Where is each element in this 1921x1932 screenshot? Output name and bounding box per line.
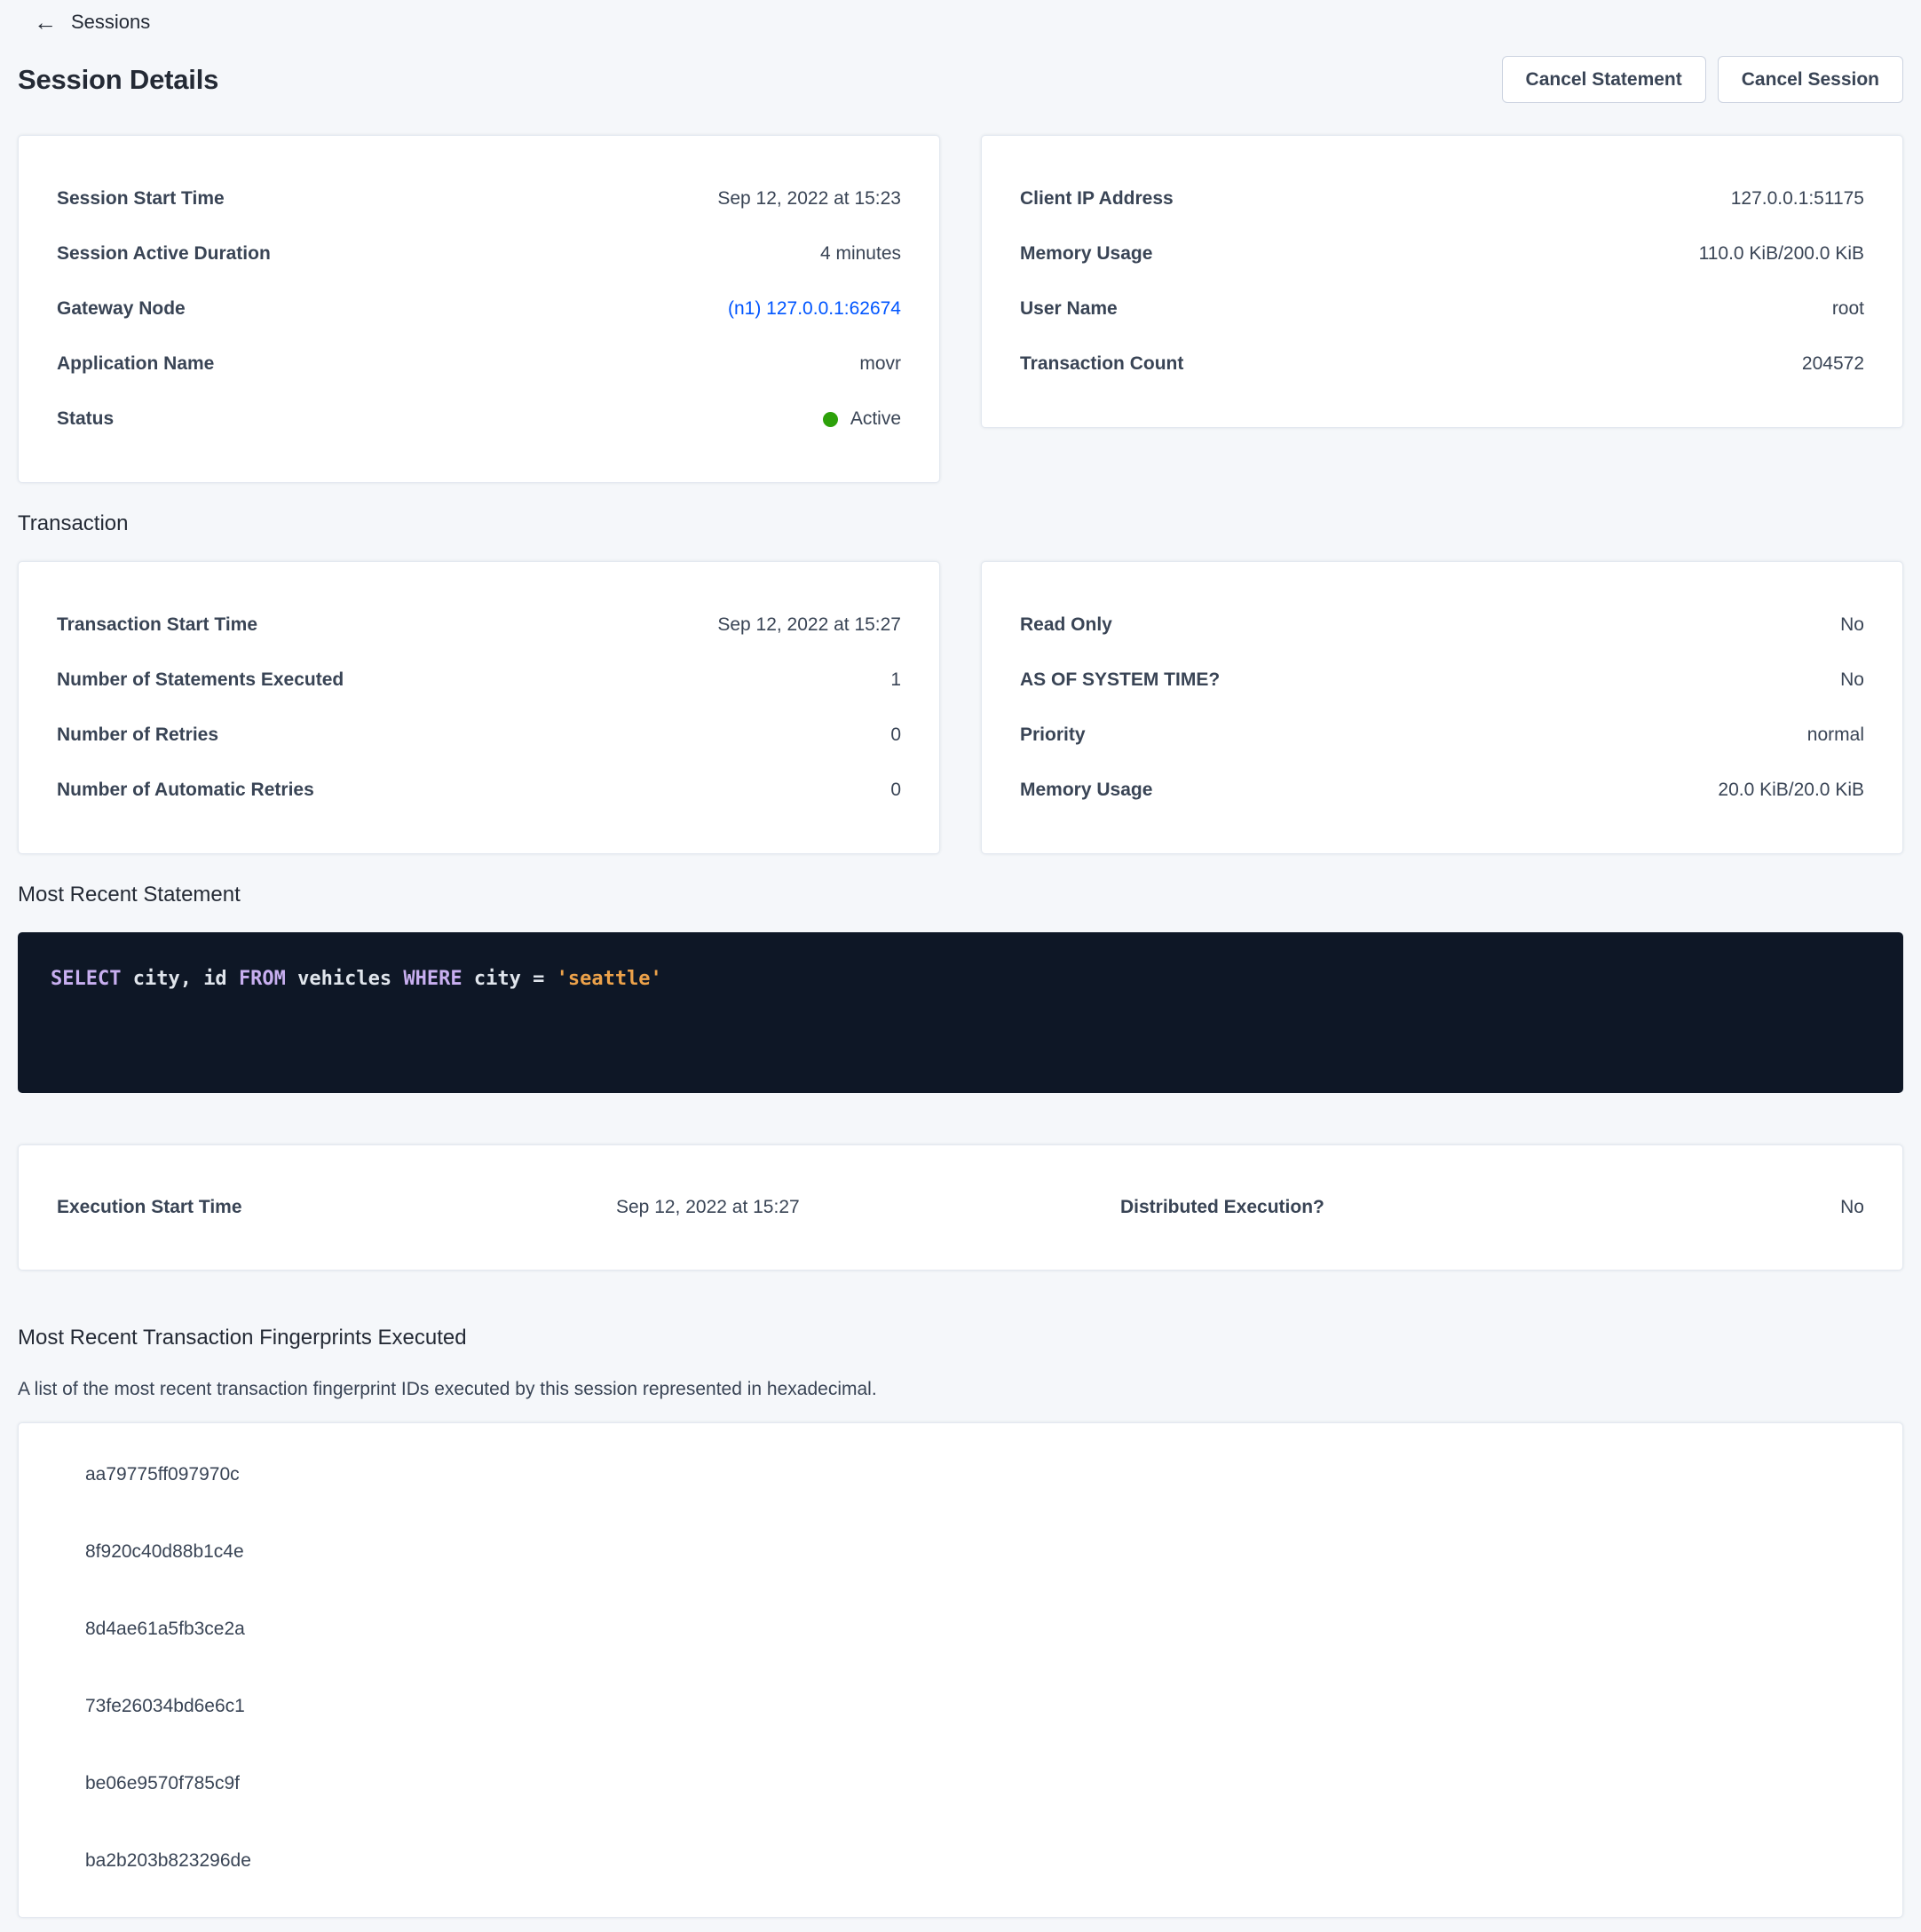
info-value: 20.0 KiB/20.0 KiB — [1718, 780, 1864, 801]
sql-keyword: FROM — [239, 968, 297, 990]
info-value: No — [1840, 669, 1864, 691]
sql-keyword: WHERE — [403, 968, 473, 990]
info-value: 110.0 KiB/200.0 KiB — [1699, 243, 1864, 265]
fingerprints-card: aa79775ff097970c 8f920c40d88b1c4e 8d4ae6… — [18, 1422, 1903, 1918]
info-value: No — [1840, 614, 1864, 636]
cancel-statement-button[interactable]: Cancel Statement — [1502, 56, 1706, 103]
breadcrumb-label: Sessions — [71, 11, 150, 34]
info-label: Client IP Address — [1020, 188, 1174, 210]
session-active-duration-row: Session Active Duration 4 minutes — [19, 226, 939, 281]
sql-string-literal: 'seattle' — [557, 968, 662, 990]
session-start-time-row: Session Start Time Sep 12, 2022 at 15:23 — [19, 171, 939, 226]
status-row: Status Active — [19, 392, 939, 447]
info-label: Number of Automatic Retries — [57, 780, 314, 801]
info-value: 1 — [890, 669, 901, 691]
info-label: Memory Usage — [1020, 243, 1152, 265]
info-value: 0 — [890, 780, 901, 801]
distributed-execution-label: Distributed Execution? — [1120, 1197, 1324, 1218]
title-row: Session Details Cancel Statement Cancel … — [18, 56, 1903, 103]
transaction-count-row: Transaction Count 204572 — [982, 337, 1902, 392]
info-label: Priority — [1020, 724, 1086, 746]
sql-statement-code: SELECT city, id FROM vehicles WHERE city… — [51, 968, 1870, 990]
distributed-execution-value: No — [1840, 1197, 1864, 1218]
header-actions: Cancel Statement Cancel Session — [1502, 56, 1903, 103]
info-label: User Name — [1020, 298, 1118, 320]
as-of-system-time-row: AS OF SYSTEM TIME? No — [982, 653, 1902, 708]
fingerprint-item: be06e9570f785c9f — [19, 1745, 1902, 1822]
info-label: Application Name — [57, 353, 214, 375]
client-ip-row: Client IP Address 127.0.0.1:51175 — [982, 171, 1902, 226]
execution-summary-card: Execution Start Time Sep 12, 2022 at 15:… — [18, 1144, 1903, 1271]
sql-text: vehicles — [297, 968, 403, 990]
transaction-start-time-row: Transaction Start Time Sep 12, 2022 at 1… — [19, 598, 939, 653]
fingerprint-item: 73fe26034bd6e6c1 — [19, 1667, 1902, 1745]
page-title: Session Details — [18, 64, 218, 96]
fingerprint-item: 8f920c40d88b1c4e — [19, 1513, 1902, 1590]
info-value: root — [1832, 298, 1864, 320]
sql-statement-box: SELECT city, id FROM vehicles WHERE city… — [18, 932, 1903, 1093]
info-label: Gateway Node — [57, 298, 186, 320]
back-arrow-icon: ← — [34, 11, 57, 34]
info-label: AS OF SYSTEM TIME? — [1020, 669, 1220, 691]
fingerprint-item: ba2b203b823296de — [19, 1822, 1902, 1899]
transaction-summary-row: Transaction Start Time Sep 12, 2022 at 1… — [18, 561, 1903, 854]
status-text: Active — [850, 408, 901, 430]
priority-row: Priority normal — [982, 708, 1902, 763]
info-label: Number of Retries — [57, 724, 218, 746]
info-label: Memory Usage — [1020, 780, 1152, 801]
execution-start-time-label: Execution Start Time — [57, 1197, 616, 1218]
memory-usage-row: Memory Usage 110.0 KiB/200.0 KiB — [982, 226, 1902, 281]
info-label: Status — [57, 408, 114, 430]
info-value: Sep 12, 2022 at 15:27 — [717, 614, 901, 636]
fingerprints-section-heading: Most Recent Transaction Fingerprints Exe… — [18, 1326, 1903, 1350]
automatic-retries-row: Number of Automatic Retries 0 — [19, 763, 939, 818]
execution-start-time-value: Sep 12, 2022 at 15:27 — [616, 1197, 1120, 1218]
fingerprints-description: A list of the most recent transaction fi… — [18, 1379, 1903, 1400]
statements-executed-row: Number of Statements Executed 1 — [19, 653, 939, 708]
read-only-row: Read Only No — [982, 598, 1902, 653]
status-badge: Active — [823, 408, 901, 430]
fingerprint-item: aa79775ff097970c — [19, 1436, 1902, 1513]
session-card-left: Session Start Time Sep 12, 2022 at 15:23… — [18, 135, 940, 483]
status-active-dot-icon — [823, 412, 838, 427]
sql-text: city = — [474, 968, 557, 990]
info-value: 4 minutes — [820, 243, 901, 265]
gateway-node-row: Gateway Node (n1) 127.0.0.1:62674 — [19, 281, 939, 337]
retries-row: Number of Retries 0 — [19, 708, 939, 763]
breadcrumb-back-sessions[interactable]: ← Sessions — [34, 11, 150, 34]
session-card-right: Client IP Address 127.0.0.1:51175 Memory… — [981, 135, 1903, 428]
info-label: Read Only — [1020, 614, 1112, 636]
sql-keyword: SELECT — [51, 968, 133, 990]
transaction-section-heading: Transaction — [18, 511, 1903, 536]
info-value: Sep 12, 2022 at 15:23 — [717, 188, 901, 210]
info-label: Transaction Count — [1020, 353, 1183, 375]
user-name-row: User Name root — [982, 281, 1902, 337]
txn-memory-usage-row: Memory Usage 20.0 KiB/20.0 KiB — [982, 763, 1902, 818]
transaction-card-right: Read Only No AS OF SYSTEM TIME? No Prior… — [981, 561, 1903, 854]
statement-section-heading: Most Recent Statement — [18, 883, 1903, 907]
application-name-row: Application Name movr — [19, 337, 939, 392]
gateway-node-link[interactable]: (n1) 127.0.0.1:62674 — [728, 298, 901, 320]
info-label: Session Active Duration — [57, 243, 271, 265]
transaction-card-left: Transaction Start Time Sep 12, 2022 at 1… — [18, 561, 940, 854]
info-label: Session Start Time — [57, 188, 225, 210]
info-label: Number of Statements Executed — [57, 669, 344, 691]
sql-text: city, id — [133, 968, 239, 990]
info-label: Transaction Start Time — [57, 614, 257, 636]
fingerprint-item: 8d4ae61a5fb3ce2a — [19, 1590, 1902, 1667]
info-value: 0 — [890, 724, 901, 746]
session-summary-row: Session Start Time Sep 12, 2022 at 15:23… — [18, 135, 1903, 483]
info-value: 204572 — [1802, 353, 1864, 375]
info-value: normal — [1807, 724, 1864, 746]
info-value: movr — [859, 353, 901, 375]
cancel-session-button[interactable]: Cancel Session — [1718, 56, 1903, 103]
info-value: 127.0.0.1:51175 — [1731, 188, 1864, 210]
